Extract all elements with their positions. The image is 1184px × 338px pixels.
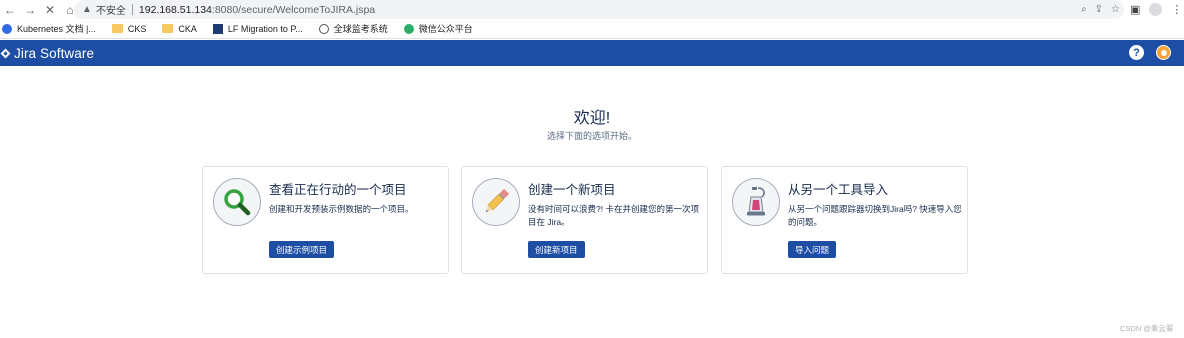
bookmark-cka[interactable]: CKA <box>162 24 197 34</box>
card-title: 查看正在行动的一个项目 <box>269 183 407 197</box>
jira-diamond-icon <box>0 48 11 58</box>
card-title: 从另一个工具导入 <box>788 183 889 197</box>
zoom-search-icon[interactable]: ⌕ <box>1081 4 1087 15</box>
share-icon[interactable]: ⇪ <box>1095 4 1103 15</box>
import-issues-button[interactable]: 导入问题 <box>788 241 837 258</box>
more-menu-icon[interactable]: ⋮ <box>1171 3 1182 16</box>
wechat-icon <box>403 23 414 34</box>
user-avatar[interactable] <box>1156 45 1171 60</box>
card-description: 从另一个问题跟踪器切换到Jira吗? 快速导入您的问题。 <box>788 204 962 227</box>
avatar-face-icon <box>1160 49 1167 56</box>
watermark-text: CSDN @乘云雾 <box>1120 324 1174 333</box>
folder-icon <box>162 24 174 33</box>
create-sample-project-button[interactable]: 创建示例项目 <box>269 241 335 258</box>
bookmark-label: 微信公众平台 <box>418 24 473 34</box>
profile-avatar-icon[interactable] <box>1149 3 1163 16</box>
card-sample-project: 查看正在行动的一个项目 创建和开发预装示例数据的一个项目。 创建示例项目 <box>202 166 449 274</box>
kubernetes-icon <box>2 23 12 34</box>
card-title: 创建一个新项目 <box>528 183 616 197</box>
url-text[interactable]: 192.168.51.134:8080/secure/WelcomeToJIRA… <box>139 4 375 16</box>
pencil-icon <box>472 178 520 226</box>
stop-loading-icon[interactable]: ✕ <box>40 0 60 19</box>
jira-logo[interactable]: Jira Software <box>0 46 94 61</box>
bookmark-lf-migration[interactable]: LF Migration to P... <box>212 23 303 34</box>
bookmark-wechat[interactable]: 微信公众平台 <box>403 22 473 35</box>
bookmark-cks[interactable]: CKS <box>111 23 147 34</box>
security-label[interactable]: 不安全 <box>96 2 126 17</box>
folder-icon <box>111 24 123 33</box>
welcome-title: 欢迎! <box>573 110 611 127</box>
create-new-project-button[interactable]: 创建新项目 <box>528 241 585 258</box>
vacuum-icon <box>732 178 780 226</box>
address-bar[interactable]: ▲ 不安全 192.168.51.134:8080/secure/Welcome… <box>74 0 1124 19</box>
product-name: Jira Software <box>14 45 95 61</box>
help-button[interactable]: ? <box>1129 45 1144 60</box>
bookmarks-bar: Kubernetes 文档 |... CKS CKA LF Migration … <box>0 19 1184 39</box>
magnifier-icon <box>213 178 261 226</box>
card-import: 从另一个工具导入 从另一个问题跟踪器切换到Jira吗? 快速导入您的问题。 导入… <box>721 166 968 274</box>
side-panel-icon[interactable]: ▣ <box>1130 3 1140 16</box>
bookmark-label: 全球监考系统 <box>333 24 388 34</box>
card-new-project: 创建一个新项目 没有时间可以浪费?! 卡在并创建您的第一次项目在 Jira。 创… <box>461 166 708 274</box>
back-arrow-icon[interactable]: ← <box>0 0 20 19</box>
bookmark-label: CKA <box>178 23 197 34</box>
globe-icon <box>318 23 329 34</box>
bookmark-label: LF Migration to P... <box>227 23 303 34</box>
bookmark-label: Kubernetes 文档 |... <box>17 24 96 34</box>
card-description: 没有时间可以浪费?! 卡在并创建您的第一次项目在 Jira。 <box>528 204 699 227</box>
star-bookmark-icon[interactable]: ☆ <box>1111 4 1120 15</box>
warning-icon[interactable]: ▲ <box>82 4 92 15</box>
forward-arrow-icon[interactable]: → <box>20 0 40 19</box>
card-description: 创建和开发预装示例数据的一个项目。 <box>269 204 414 214</box>
lf-icon <box>212 23 223 34</box>
address-separator <box>131 4 133 15</box>
jira-header: Jira Software ? <box>0 40 1184 66</box>
welcome-subtitle: 选择下面的选项开始。 <box>546 131 637 141</box>
url-host: 192.168.51.134 <box>138 3 212 16</box>
url-path: :8080/secure/WelcomeToJIRA.jspa <box>211 3 376 16</box>
bookmark-kubernetes[interactable]: Kubernetes 文档 |... <box>2 22 96 35</box>
bookmark-label: CKS <box>127 23 147 34</box>
browser-toolbar: ← → ✕ ⌂ ▲ 不安全 192.168.51.134:8080/secure… <box>0 0 1184 19</box>
bookmark-exam-system[interactable]: 全球监考系统 <box>318 22 388 35</box>
